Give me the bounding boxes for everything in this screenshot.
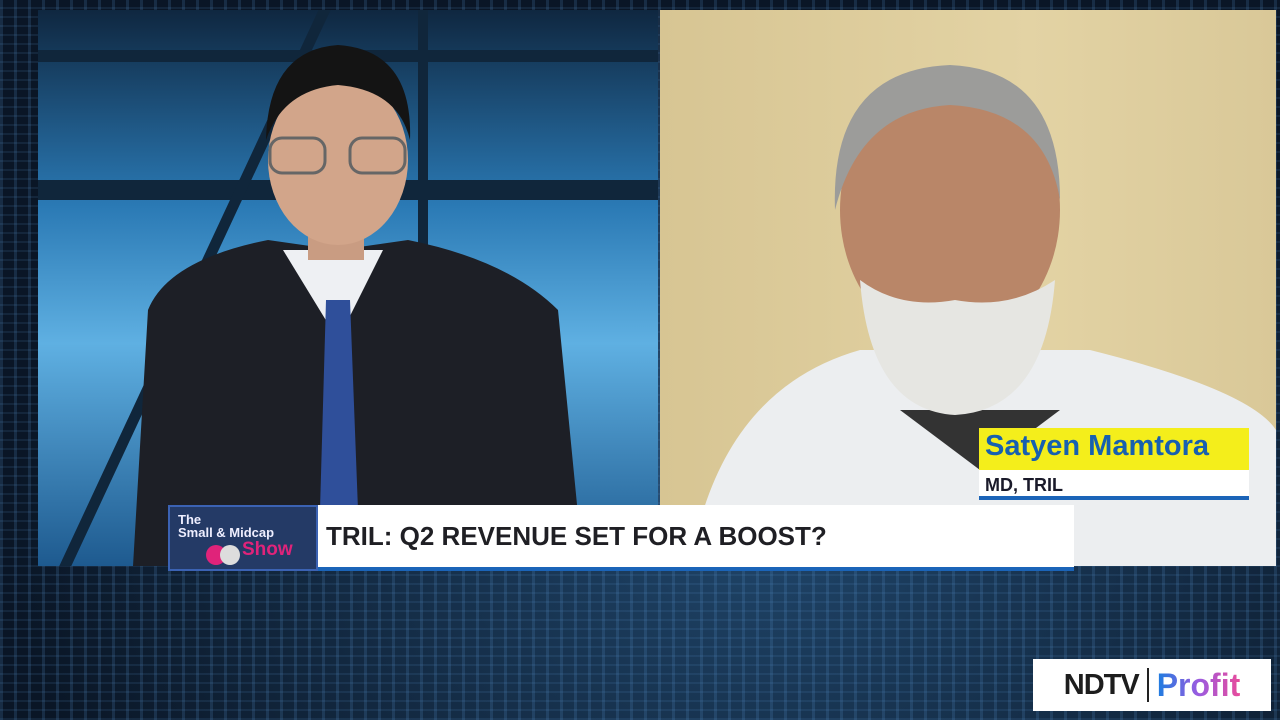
show-logo: The Small & Midcap Show [168,505,318,571]
headline-ticker: TRIL: Q2 REVENUE SET FOR A BOOST? [318,505,1074,571]
guest-name: Satyen Mamtora [979,428,1249,470]
show-title-line3: Show [242,539,293,560]
ndtv-logo-text: NDTV [1063,668,1140,701]
anchor-figure [133,45,583,566]
channel-logo: NDTV Profit [1033,659,1271,711]
lower-third: The Small & Midcap Show TRIL: Q2 REVENUE… [168,505,1074,573]
guest-name-card: Satyen Mamtora MD, TRIL [979,428,1249,500]
show-title-line2: Small & Midcap [178,525,275,540]
profit-logo-text: Profit [1156,666,1241,703]
guest-title: MD, TRIL [979,470,1249,500]
show-dots-icon [206,545,240,567]
logo-divider [1146,668,1149,702]
anchor-video-panel [38,10,658,566]
